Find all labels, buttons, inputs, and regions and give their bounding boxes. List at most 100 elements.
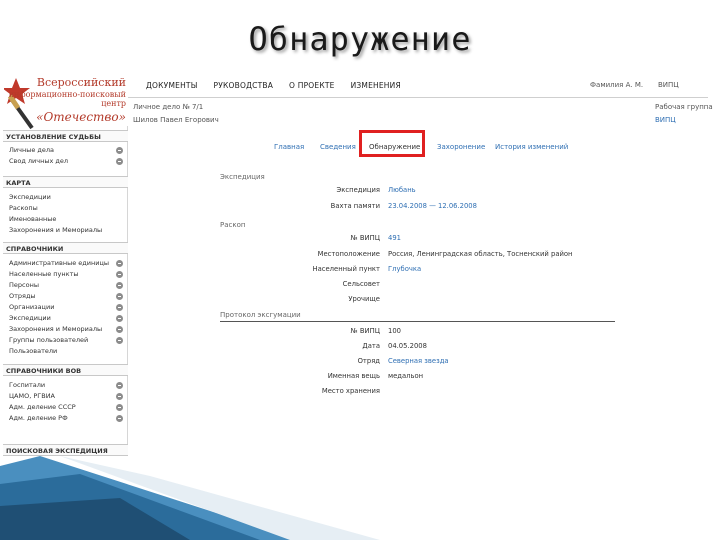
work-group-link[interactable]: ВИПЦ (655, 116, 676, 124)
sidebar-item-named[interactable]: Именованные (9, 215, 127, 225)
sidebar-item-label: Адм. деление РФ (9, 414, 68, 422)
sidebar-item-hospitals[interactable]: Госпитали (9, 381, 127, 391)
sidebar-item-rf-division[interactable]: Адм. деление РФ (9, 414, 127, 424)
sidebar: УСТАНОВЛЕНИЕ СУДЬБЫ Личные дела Свод лич… (3, 126, 128, 456)
logo[interactable]: Всероссийский информационно-поисковый це… (2, 72, 128, 132)
sidebar-item-label: Захоронения и Мемориалы (9, 325, 103, 333)
sidebar-item-settlements[interactable]: Населенные пункты (9, 270, 127, 280)
sidebar-item-excavations[interactable]: Раскопы (9, 204, 127, 214)
sidebar-section-references: СПРАВОЧНИКИ (3, 242, 128, 254)
chevron-right-icon (116, 326, 123, 333)
slide-decoration (0, 456, 720, 540)
field-label: Экспедиция (336, 186, 380, 194)
sidebar-item-label: Госпитали (9, 381, 46, 389)
chevron-right-icon (116, 404, 123, 411)
sidebar-item-label: Пользователи (9, 347, 58, 355)
field-label: Именная вещь (327, 372, 380, 380)
tab-main[interactable]: Главная (274, 143, 304, 151)
record-tabs: Главная Сведения Обнаружение Захоронение… (240, 130, 580, 157)
sidebar-item-ussr-division[interactable]: Адм. деление СССР (9, 403, 127, 413)
sidebar-item-label: Адм. деление СССР (9, 403, 76, 411)
sidebar-item-label: Личные дела (9, 146, 55, 154)
field-value-period[interactable]: 23.04.2008 — 12.06.2008 (388, 202, 477, 210)
logo-line-4: «Отечество» (36, 110, 126, 124)
field-value-protocol-squad[interactable]: Северная звезда (388, 357, 449, 365)
card-person-name: Шилов Павел Егорович (133, 116, 219, 124)
sidebar-item-users[interactable]: Пользователи (9, 347, 127, 357)
logo-line-1: Всероссийский (36, 76, 126, 89)
sidebar-section-fate: УСТАНОВЛЕНИЕ СУДЬБЫ (3, 130, 128, 142)
sidebar-item-label: Отряды (9, 292, 36, 300)
field-label: Место хранения (321, 387, 380, 395)
sidebar-item-label: Административные единицы (9, 259, 110, 267)
sidebar-item-label: Именованные (9, 215, 57, 223)
nav-guides[interactable]: РУКОВОДСТВА (214, 81, 274, 90)
nav-about[interactable]: О ПРОЕКТЕ (289, 81, 335, 90)
sidebar-item-organizations[interactable]: Организации (9, 303, 127, 313)
chevron-right-icon (116, 293, 123, 300)
chevron-right-icon (116, 282, 123, 289)
divider (220, 321, 615, 322)
tab-details[interactable]: Сведения (320, 143, 356, 151)
field-value-expedition[interactable]: Любань (388, 186, 416, 194)
field-label: Отряд (357, 357, 380, 365)
field-label: Населенный пункт (312, 265, 380, 273)
sidebar-item-admin-units[interactable]: Административные единицы (9, 259, 127, 269)
sidebar-item-squads[interactable]: Отряды (9, 292, 127, 302)
sidebar-section-wwii-references: СПРАВОЧНИКИ ВОВ (3, 364, 128, 376)
tab-history[interactable]: История изменений (495, 143, 568, 151)
sidebar-item-label: Персоны (9, 281, 39, 289)
card-number: Личное дело № 7/1 (133, 103, 204, 111)
chevron-right-icon (116, 158, 123, 165)
slide-title: Обнаружение (248, 20, 472, 58)
sidebar-item-label: Свод личных дел (9, 157, 69, 165)
field-value-vipc[interactable]: 491 (388, 234, 401, 242)
chevron-right-icon (116, 393, 123, 400)
field-value-protocol-item: медальон (388, 372, 424, 380)
logo-line-2: информационно-поисковый (8, 90, 126, 99)
chevron-right-icon (116, 304, 123, 311)
top-navigation-bar: ДОКУМЕНТЫ РУКОВОДСТВА О ПРОЕКТЕ ИЗМЕНЕНИ… (128, 74, 708, 98)
current-org[interactable]: ВИПЦ (658, 81, 679, 89)
field-label: Дата (362, 342, 380, 350)
group-title-expedition: Экспедиция (220, 173, 265, 181)
sidebar-item-label: ЦАМО, РГВИА (9, 392, 56, 400)
field-label: Урочище (348, 295, 380, 303)
logo-line-3: центр (101, 99, 126, 108)
sidebar-item-persons[interactable]: Персоны (9, 281, 127, 291)
field-label: Сельсовет (342, 280, 380, 288)
field-label: № ВИПЦ (350, 327, 380, 335)
field-label: Местоположение (317, 250, 380, 258)
field-label: Вахта памяти (330, 202, 380, 210)
logo-emblem-icon (4, 78, 34, 130)
field-value-settlement[interactable]: Глубочка (388, 265, 421, 273)
sidebar-item-label: Населенные пункты (9, 270, 79, 278)
chevron-right-icon (116, 260, 123, 267)
sidebar-item-archives[interactable]: ЦАМО, РГВИА (9, 392, 127, 402)
field-value-protocol-vipc: 100 (388, 327, 401, 335)
chevron-right-icon (116, 271, 123, 278)
sidebar-item-user-groups[interactable]: Группы пользователей (9, 336, 127, 346)
sidebar-item-label: Захоронения и Мемориалы (9, 226, 103, 234)
nav-changes[interactable]: ИЗМЕНЕНИЯ (351, 81, 401, 90)
top-nav: ДОКУМЕНТЫ РУКОВОДСТВА О ПРОЕКТЕ ИЗМЕНЕНИ… (146, 81, 401, 90)
chevron-right-icon (116, 147, 123, 154)
nav-documents[interactable]: ДОКУМЕНТЫ (146, 81, 198, 90)
sidebar-item-personal-files[interactable]: Личные дела (9, 146, 127, 156)
work-group-label: Рабочая группа (655, 103, 713, 111)
sidebar-item-ref-expeditions[interactable]: Экспедиции (9, 314, 127, 324)
chevron-right-icon (116, 415, 123, 422)
sidebar-item-ref-burials[interactable]: Захоронения и Мемориалы (9, 325, 127, 335)
sidebar-item-burials[interactable]: Захоронения и Мемориалы (9, 226, 127, 236)
field-label: № ВИПЦ (350, 234, 380, 242)
sidebar-item-label: Раскопы (9, 204, 38, 212)
screenshot-window: Всероссийский информационно-поисковый це… (0, 66, 720, 456)
tab-burial[interactable]: Захоронение (437, 143, 485, 151)
group-title-protocol: Протокол эксгумации (220, 311, 301, 319)
sidebar-section-map: КАРТА (3, 176, 128, 188)
current-user[interactable]: Фамилия А. М. (590, 81, 643, 89)
sidebar-item-files-summary[interactable]: Свод личных дел (9, 157, 127, 167)
sidebar-item-label: Организации (9, 303, 55, 311)
sidebar-section-search-expedition: ПОИСКОВАЯ ЭКСПЕДИЦИЯ (3, 444, 128, 456)
sidebar-item-expeditions[interactable]: Экспедиции (9, 193, 127, 203)
